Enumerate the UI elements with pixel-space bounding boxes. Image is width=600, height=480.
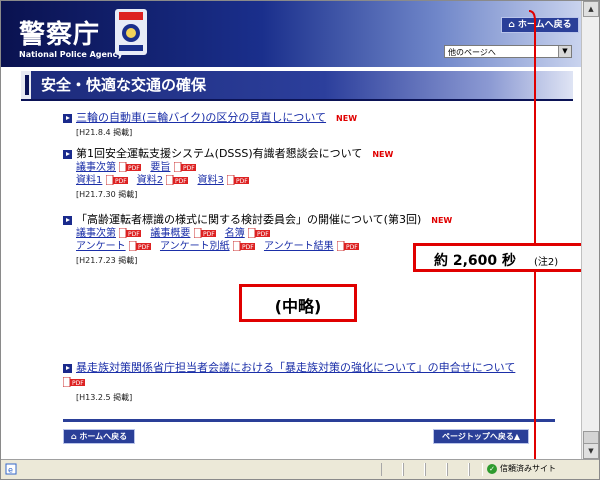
duration-note: (注2)	[534, 257, 559, 268]
arrow-bullet-icon	[63, 113, 72, 123]
security-zone[interactable]: ✓ 信頼済みサイト	[487, 463, 556, 474]
doc-link[interactable]: 資料1	[76, 175, 102, 186]
browser-window: 警察庁 National Police Agency ⌂ ホームへ戻る 他のペー…	[0, 0, 600, 480]
logo-title: 警察庁	[19, 20, 101, 50]
doc-link[interactable]: 資料2	[137, 175, 163, 186]
svg-text:PDF: PDF	[242, 244, 254, 251]
doc-link[interactable]: アンケート別紙	[160, 241, 230, 252]
status-cell	[381, 463, 403, 476]
status-cell	[447, 463, 469, 476]
list-item: 三輪の自動車(三輪バイク)の区分の見直しについて NEW [H21.8.4 掲載]	[63, 111, 357, 138]
post-date: [H13.2.5 掲載]	[76, 393, 133, 402]
status-bar: e ✓ 信頼済みサイト	[1, 459, 599, 479]
doc-link[interactable]: 議事概要	[150, 228, 190, 239]
svg-text:PDF: PDF	[72, 380, 84, 387]
scroll-up-icon[interactable]: ▲	[583, 1, 599, 17]
site-header: 警察庁 National Police Agency ⌂ ホームへ戻る 他のペー…	[1, 1, 581, 67]
svg-text:PDF: PDF	[346, 244, 358, 251]
home-icon: ⌂	[508, 20, 515, 30]
police-emblem-icon	[115, 9, 147, 55]
select-value: 他のページへ	[448, 48, 496, 57]
post-date: [H21.7.30 掲載]	[76, 190, 138, 199]
svg-text:e: e	[8, 466, 13, 475]
chevron-down-icon[interactable]: ▼	[558, 46, 571, 57]
pdf-icon: PDF	[173, 162, 196, 172]
scroll-down-icon[interactable]: ▼	[583, 443, 599, 459]
post-date: [H21.8.4 掲載]	[76, 128, 133, 137]
doc-link[interactable]: 議事次第	[76, 228, 116, 239]
status-cell	[403, 463, 425, 476]
svg-text:PDF: PDF	[128, 165, 140, 172]
pdf-icon: PDF	[128, 241, 151, 251]
svg-text:PDF: PDF	[128, 231, 140, 238]
list-item: 第1回安全運転支援システム(DSSS)有識者懇談会について NEW 議事次第 PD…	[63, 147, 393, 200]
svg-text:PDF: PDF	[175, 178, 187, 185]
site-logo[interactable]: 警察庁 National Police Agency	[9, 6, 129, 62]
page-top-button-label: ページトップへ戻る▲	[442, 432, 520, 441]
item-title-link[interactable]: 暴走族対策関係省庁担当者会議における「暴走族対策の強化について」の申合せについて	[76, 361, 515, 374]
svg-text:PDF: PDF	[183, 165, 195, 172]
pdf-icon: PDF	[63, 377, 85, 387]
other-pages-select[interactable]: 他のページへ ▼	[444, 45, 572, 58]
home-button-bottom[interactable]: ⌂ ホームへ戻る	[63, 429, 135, 444]
security-zone-label: 信頼済みサイト	[500, 464, 556, 473]
title-bar-accent-inner	[25, 75, 29, 95]
footer-divider	[63, 419, 555, 422]
check-icon: ✓	[487, 463, 497, 474]
omitted-text: (中略)	[274, 297, 322, 316]
pdf-icon: PDF	[227, 175, 250, 185]
home-icon: ⌂	[70, 432, 77, 441]
item-title: 第1回安全運転支援システム(DSSS)有識者懇談会について	[76, 147, 363, 160]
omitted-annotation: (中略)	[239, 284, 357, 322]
doc-link[interactable]: アンケート結果	[264, 241, 334, 252]
doc-link[interactable]: 名簿	[225, 228, 245, 239]
page-icon: e	[5, 463, 17, 475]
new-badge: NEW	[372, 150, 394, 159]
list-item: 「高齢運転者標識の様式に関する検討委員会」の開催について(第3回) NEW 議事次…	[63, 213, 452, 266]
svg-text:PDF: PDF	[257, 231, 269, 238]
doc-link[interactable]: 議事次第	[76, 162, 116, 173]
duration-annotation: 約 2,600 秒 (注2)	[413, 243, 584, 272]
pdf-icon: PDF	[105, 175, 128, 185]
post-date: [H21.7.23 掲載]	[76, 256, 138, 265]
arrow-bullet-icon	[63, 215, 72, 225]
doc-link[interactable]: アンケート	[76, 241, 126, 252]
pdf-icon: PDF	[119, 162, 142, 172]
pdf-icon: PDF	[166, 175, 189, 185]
page-title-bar: 安全・快適な交通の確保	[21, 71, 573, 101]
item-title: 「高齢運転者標識の様式に関する検討委員会」の開催について(第3回)	[76, 213, 422, 226]
pdf-icon: PDF	[232, 241, 255, 251]
home-button-bottom-label: ホームへ戻る	[79, 432, 128, 441]
doc-link[interactable]: 資料3	[198, 175, 224, 186]
svg-text:PDF: PDF	[115, 178, 127, 185]
pdf-icon: PDF	[119, 228, 142, 238]
vertical-scrollbar[interactable]: ▲ ▼	[581, 1, 599, 459]
duration-text: 約 2,600 秒	[434, 253, 517, 269]
svg-text:PDF: PDF	[236, 178, 248, 185]
status-cell	[469, 463, 483, 476]
doc-link[interactable]: 要旨	[150, 162, 170, 173]
arrow-bullet-icon	[63, 149, 72, 159]
pdf-icon: PDF	[336, 241, 359, 251]
svg-text:PDF: PDF	[138, 244, 150, 251]
new-badge: NEW	[431, 216, 453, 225]
pdf-icon: PDF	[193, 228, 216, 238]
page-title: 安全・快適な交通の確保	[41, 76, 207, 94]
svg-text:PDF: PDF	[203, 231, 215, 238]
status-cell	[425, 463, 447, 476]
list-item: 暴走族対策関係省庁担当者会議における「暴走族対策の強化について」の申合せについて…	[63, 361, 533, 403]
pdf-icon: PDF	[247, 228, 270, 238]
logo-subtitle: National Police Agency	[19, 50, 123, 59]
page-top-button[interactable]: ページトップへ戻る▲	[433, 429, 529, 444]
arrow-bullet-icon	[63, 363, 72, 373]
item-title-link[interactable]: 三輪の自動車(三輪バイク)の区分の見直しについて	[76, 111, 326, 124]
new-badge: NEW	[336, 114, 358, 123]
